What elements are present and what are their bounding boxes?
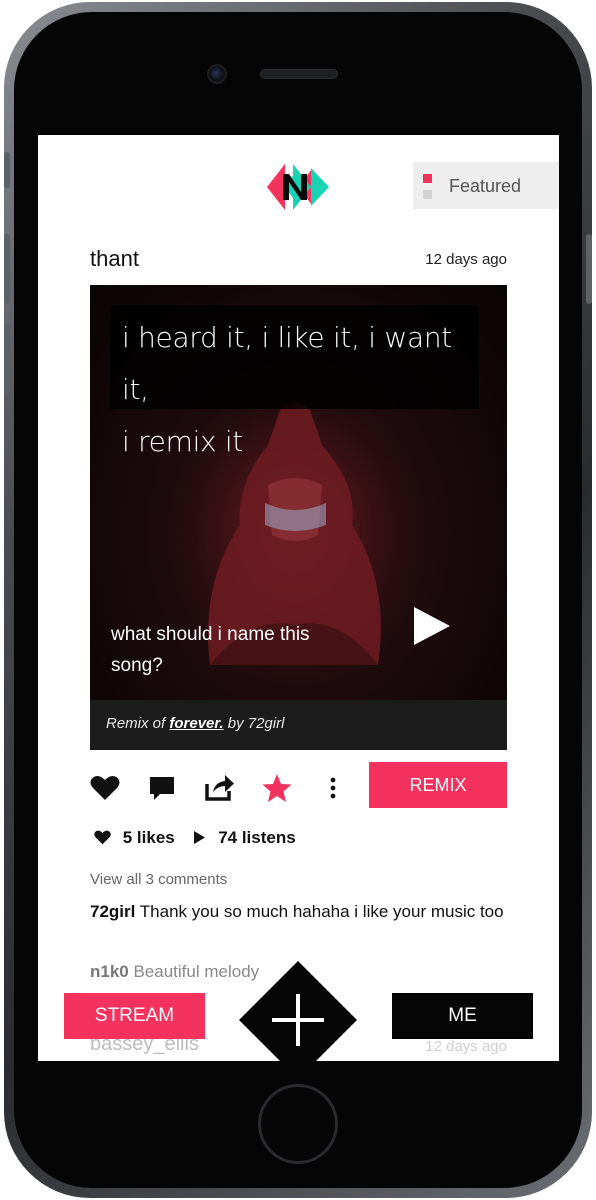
comment-user[interactable]: 72girl	[90, 902, 135, 921]
play-icon[interactable]	[412, 605, 452, 647]
star-icon[interactable]	[262, 773, 292, 803]
me-tab-button[interactable]: ME	[392, 993, 533, 1039]
volume-up-button	[4, 234, 10, 304]
volume-down-button	[4, 324, 10, 394]
view-all-comments-link[interactable]: View all 3 comments	[90, 871, 227, 888]
quote-line-2: i remix it	[122, 425, 244, 458]
post-stats: 5 likes 74 listens	[94, 827, 296, 847]
logo-icon	[267, 164, 329, 210]
listens-count: 74 listens	[218, 827, 296, 847]
next-post-timestamp: 12 days ago	[425, 1038, 507, 1055]
more-icon[interactable]	[328, 775, 338, 801]
remix-source: Remix of forever. by 72girl	[90, 700, 507, 750]
power-button	[586, 234, 592, 304]
quote-line-1: i heard it, i like it, i want it,	[122, 321, 452, 406]
post-caption: what should i name this song?	[111, 624, 310, 676]
post-timestamp: 12 days ago	[425, 251, 507, 268]
comment-icon[interactable]	[148, 775, 176, 801]
remix-button[interactable]: REMIX	[369, 762, 507, 808]
featured-indicator-active	[423, 174, 432, 183]
comment-item: 72girl Thank you so much hahaha i like y…	[90, 899, 510, 925]
featured-indicator-inactive	[423, 190, 432, 199]
quote-overlay: i heard it, i like it, i want it, i remi…	[110, 305, 479, 458]
listens-play-icon	[194, 831, 206, 845]
front-camera	[207, 64, 227, 84]
featured-label: Featured	[449, 176, 522, 196]
share-icon[interactable]	[203, 772, 235, 802]
likes-heart-icon	[94, 830, 111, 845]
home-button	[258, 1084, 338, 1164]
mute-switch	[4, 152, 10, 188]
featured-button[interactable]: Featured	[413, 162, 559, 209]
stream-tab-button[interactable]: STREAM	[64, 993, 205, 1039]
likes-count[interactable]: 5 likes	[123, 828, 175, 847]
post-author[interactable]: thant	[90, 246, 139, 272]
remix-suffix: by 72girl	[223, 715, 285, 732]
post-media[interactable]: i heard it, i like it, i want it, i remi…	[90, 285, 507, 700]
comment-user[interactable]: n1k0	[90, 962, 129, 981]
remix-prefix: Remix of	[106, 715, 170, 732]
remix-source-link[interactable]: forever.	[169, 715, 223, 732]
app-screen: Featured thant 12 days ago i heard it, i…	[38, 135, 559, 1061]
earpiece-speaker	[260, 69, 338, 79]
comment-text: Thank you so much hahaha i like your mus…	[135, 902, 504, 921]
heart-icon[interactable]	[90, 775, 120, 801]
plus-icon[interactable]	[239, 961, 357, 1061]
